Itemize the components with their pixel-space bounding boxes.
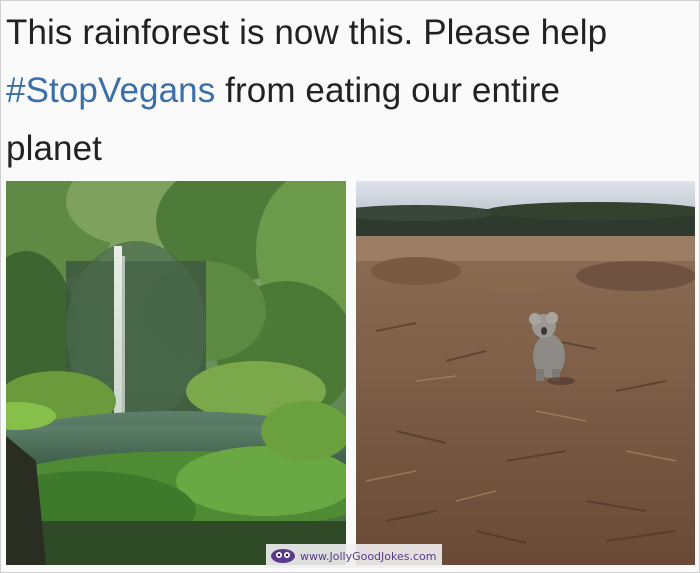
rainforest-photo (6, 181, 346, 565)
caption-line-3: planet (6, 129, 102, 168)
caption-line-2: from eating our entire (215, 71, 561, 110)
hashtag-link[interactable]: #StopVegans (6, 71, 215, 110)
watermark[interactable]: www.JollyGoodJokes.com (266, 544, 443, 568)
watermark-text[interactable]: www.JollyGoodJokes.com (300, 550, 436, 563)
rainforest-waterfall-illustration (6, 181, 346, 565)
deforested-photo (356, 181, 695, 565)
caption-line-1: This rainforest is now this. Please help (6, 13, 608, 52)
meme-caption: This rainforest is now this. Please help… (6, 4, 686, 178)
deforested-land-illustration (356, 181, 695, 565)
jollygoodjokes-logo-icon (271, 549, 295, 563)
